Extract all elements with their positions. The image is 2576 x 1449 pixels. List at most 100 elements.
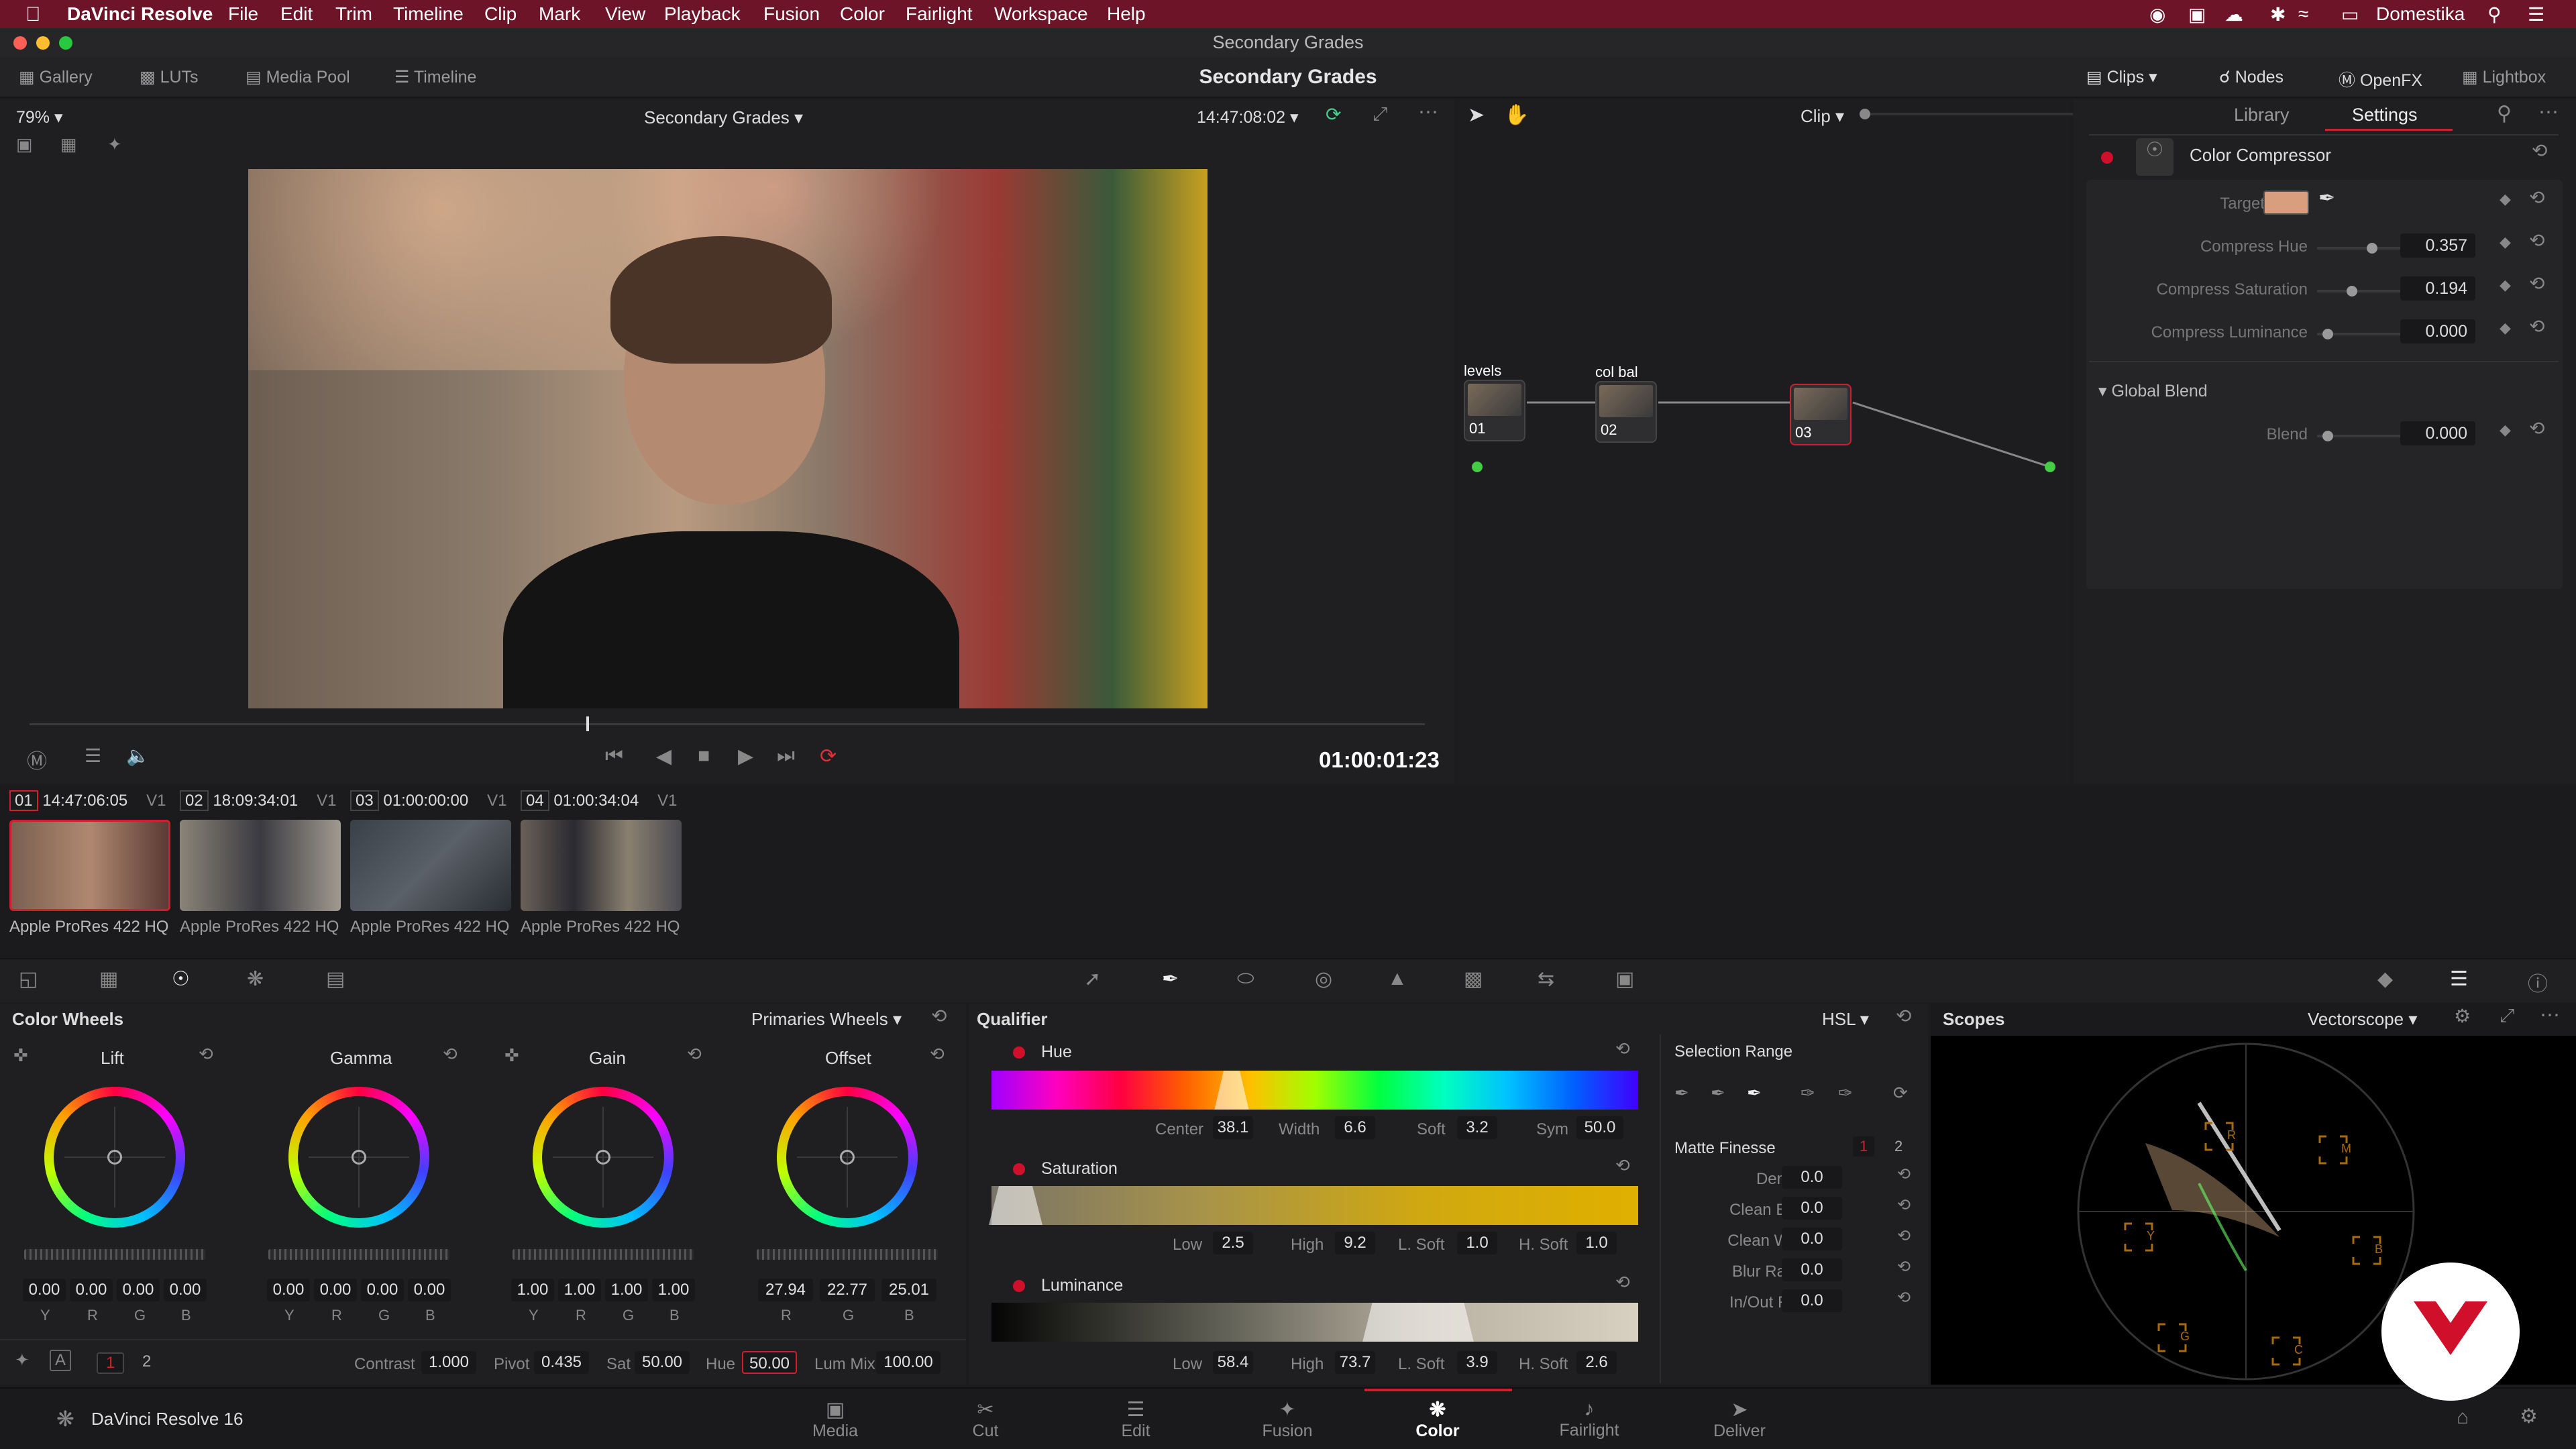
feather-plus-icon[interactable]: ✑	[1838, 1083, 1853, 1104]
gain-picker-icon[interactable]: ✜	[504, 1045, 519, 1066]
viewer-scrubber[interactable]	[30, 723, 1425, 725]
auto-balance-icon[interactable]: ✦	[15, 1350, 30, 1371]
scopes-icon[interactable]: ☰	[2450, 967, 2468, 991]
project-settings-icon[interactable]: ⚙	[2520, 1405, 2538, 1428]
scope-settings-icon[interactable]: ⚙	[2454, 1005, 2471, 1027]
lift-y-value[interactable]: 0.00	[23, 1279, 66, 1301]
apple-icon[interactable]: 	[25, 3, 41, 26]
app-menu[interactable]: DaVinci Resolve	[67, 3, 213, 25]
go-to-end-icon[interactable]: ⏭	[777, 745, 795, 767]
sat-high-value[interactable]: 9.2	[1335, 1232, 1375, 1254]
highlight-wand-icon[interactable]: ✦	[107, 134, 122, 155]
page-cut[interactable]: ✂ Cut	[935, 1398, 1036, 1441]
gamma-r-value[interactable]: 0.00	[314, 1279, 357, 1301]
window-icon[interactable]: ⬭	[1237, 967, 1254, 990]
compress-saturation-value[interactable]: 0.194	[2400, 276, 2475, 301]
gallery-button[interactable]: ▦ Gallery	[19, 67, 93, 87]
bluetooth-icon[interactable]: ✱	[2270, 3, 2286, 25]
minimize-window-button[interactable]	[36, 36, 50, 50]
reset-icon-blend[interactable]: ⟲	[2529, 417, 2544, 439]
lum-high-value[interactable]: 73.7	[1335, 1351, 1375, 1374]
video-frame[interactable]	[248, 169, 1208, 708]
hue-soft-value[interactable]: 3.2	[1457, 1116, 1497, 1139]
pivot-value[interactable]: 0.435	[534, 1351, 589, 1374]
in-out-ratio-value[interactable]: 0.0	[1782, 1289, 1842, 1312]
target-color-swatch[interactable]	[2263, 191, 2309, 215]
menu-clip[interactable]: Clip	[484, 3, 517, 25]
lift-r-value[interactable]: 0.00	[70, 1279, 113, 1301]
menu-workspace[interactable]: Workspace	[994, 3, 1088, 25]
blend-value[interactable]: 0.000	[2400, 421, 2475, 445]
keyframe-icon-hue[interactable]: ◆	[2500, 233, 2511, 251]
fullscreen-icon[interactable]: ⤢	[1373, 103, 1387, 125]
nodes-button[interactable]: ☌ Nodes	[2219, 67, 2284, 87]
page-edit[interactable]: ☰ Edit	[1085, 1398, 1186, 1441]
hue-value[interactable]: 50.00	[742, 1351, 797, 1374]
gain-reset-icon[interactable]: ⟲	[687, 1044, 702, 1065]
denoise-reset-icon[interactable]: ⟲	[1897, 1165, 1911, 1184]
motion-effects-icon[interactable]: ▤	[326, 967, 345, 991]
picker-plus-icon[interactable]: ✒	[1747, 1083, 1762, 1104]
chat-icon[interactable]: ▣	[2188, 3, 2206, 25]
gamma-master-slider[interactable]	[268, 1249, 449, 1260]
keyframe-icon-blend[interactable]: ◆	[2500, 421, 2511, 439]
blur-radius-value[interactable]: 0.0	[1782, 1258, 1842, 1281]
compress-luminance-knob[interactable]	[2322, 329, 2333, 339]
blur-icon[interactable]: ▩	[1464, 967, 1483, 991]
offset-r-value[interactable]: 27.94	[758, 1279, 813, 1301]
cloud-icon[interactable]: ☁	[2224, 3, 2243, 25]
menu-color[interactable]: Color	[840, 3, 885, 25]
timeline-dropdown[interactable]: Secondary Grades ▾	[644, 107, 803, 128]
tab-library[interactable]: Library	[2234, 105, 2290, 125]
wheels-reset-icon[interactable]: ⟲	[931, 1005, 947, 1027]
qualifier-reset-icon[interactable]: ⟲	[1896, 1005, 1911, 1027]
luts-button[interactable]: ▩ LUTs	[140, 67, 199, 87]
user-name[interactable]: Domestika	[2376, 3, 2465, 25]
info-icon[interactable]: ⓘ	[2528, 967, 2548, 997]
eyedropper-icon[interactable]: ✒	[2318, 186, 2335, 210]
offset-b-value[interactable]: 25.01	[881, 1279, 936, 1301]
page-fairlight[interactable]: ♪ Fairlight	[1539, 1398, 1640, 1440]
sat-value[interactable]: 50.00	[635, 1351, 690, 1374]
reset-icon-luminance[interactable]: ⟲	[2529, 315, 2544, 337]
lift-wheel[interactable]	[44, 1087, 185, 1228]
clip-thumbnail-1[interactable]	[9, 820, 170, 911]
gamma-y-value[interactable]: 0.00	[267, 1279, 310, 1301]
fx-bypass-icon[interactable]: Ⓜ	[27, 745, 47, 774]
blend-knob[interactable]	[2322, 431, 2333, 441]
home-icon[interactable]: ⌂	[2457, 1406, 2469, 1429]
effect-enable-toggle[interactable]	[2101, 152, 2113, 164]
sat-lsoft-value[interactable]: 1.0	[1457, 1232, 1497, 1254]
gamma-wheel[interactable]	[288, 1087, 429, 1228]
gain-y-value[interactable]: 1.00	[511, 1279, 554, 1301]
picker-minus-icon[interactable]: ✒	[1711, 1083, 1725, 1104]
in-out-ratio-reset-icon[interactable]: ⟲	[1897, 1288, 1911, 1307]
playhead[interactable]	[586, 716, 589, 731]
luminance-enable-toggle[interactable]	[1013, 1280, 1025, 1292]
stop-icon[interactable]: ■	[698, 745, 710, 767]
layers-icon[interactable]: ☰	[85, 745, 101, 767]
feather-minus-icon[interactable]: ✑	[1801, 1083, 1815, 1104]
node-editor[interactable]: ➤ ✋ Clip ▾ levels 01 col bal 02 03	[1457, 99, 2135, 784]
openfx-button[interactable]: Ⓜ OpenFX	[2339, 67, 2422, 91]
clean-black-value[interactable]: 0.0	[1782, 1197, 1842, 1220]
wheels-mode-dropdown[interactable]: Primaries Wheels ▾	[751, 1009, 902, 1030]
hue-center-value[interactable]: 38.1	[1213, 1116, 1253, 1139]
clean-white-reset-icon[interactable]: ⟲	[1897, 1226, 1911, 1246]
rgb-mixer-icon[interactable]: ❋	[247, 967, 264, 991]
hue-enable-toggle[interactable]	[1013, 1046, 1025, 1059]
record-icon[interactable]: ◉	[2149, 3, 2165, 25]
matte-page-2[interactable]: 2	[1888, 1136, 1909, 1157]
scope-options-icon[interactable]: ⋯	[2540, 1004, 2560, 1027]
menu-file[interactable]: File	[228, 3, 258, 25]
offset-wheel[interactable]	[777, 1087, 918, 1228]
clip-thumbnail-3[interactable]	[350, 820, 511, 911]
keyframes-icon[interactable]: ◆	[2377, 967, 2393, 991]
clips-button[interactable]: ▤ Clips ▾	[2086, 67, 2157, 87]
sizing-icon[interactable]: ▣	[1615, 967, 1634, 991]
gain-r-value[interactable]: 1.00	[558, 1279, 601, 1301]
saturation-enable-toggle[interactable]	[1013, 1163, 1025, 1175]
gamma-reset-icon[interactable]: ⟲	[443, 1044, 458, 1065]
qualifier-mode-dropdown[interactable]: HSL ▾	[1822, 1009, 1869, 1030]
single-view-icon[interactable]: ▣	[16, 134, 33, 155]
